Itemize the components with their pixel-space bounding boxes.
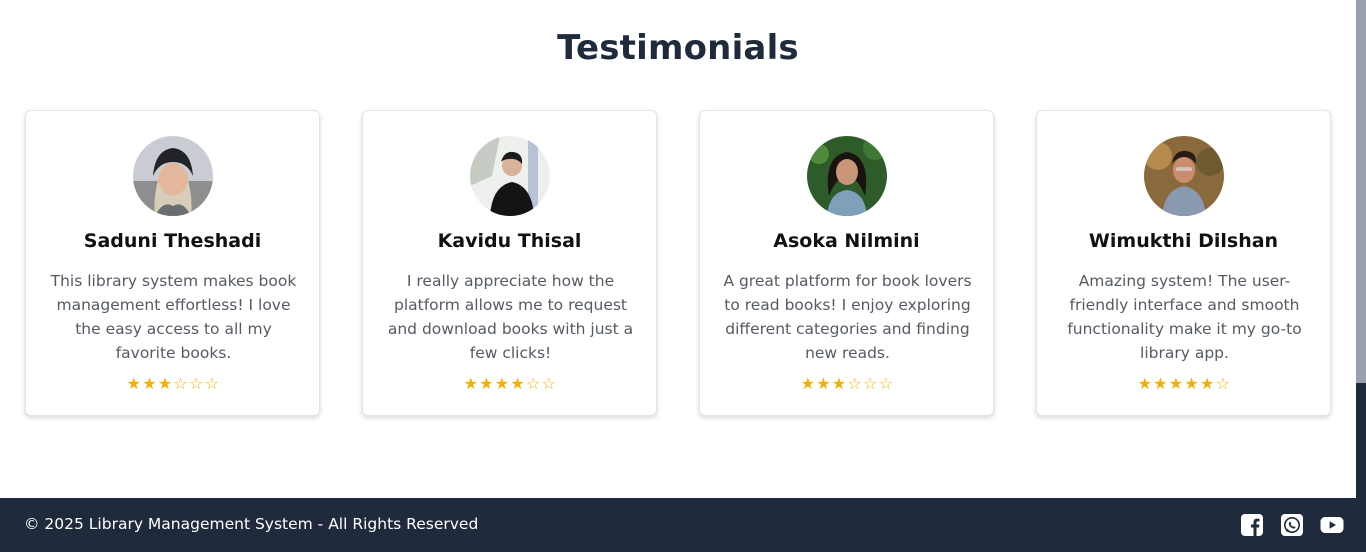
star-rating: ★ ★ ★ ★ ★ ☆ (1037, 375, 1330, 393)
star-empty-icon: ☆ (525, 374, 540, 393)
star-filled-icon: ★ (479, 374, 494, 393)
testimonial-quote: This library system makes book managemen… (50, 272, 297, 362)
star-rating: ★ ★ ★ ☆ ☆ ☆ (26, 375, 319, 393)
testimonials-section: Testimonials Saduni Theshadi This librar… (0, 0, 1356, 498)
avatar (470, 136, 550, 216)
facebook-icon[interactable] (1240, 513, 1264, 537)
star-filled-icon: ★ (494, 374, 509, 393)
star-filled-icon: ★ (1153, 374, 1168, 393)
reviewer-name: Asoka Nilmini (773, 230, 920, 252)
page: Testimonials Saduni Theshadi This librar… (0, 0, 1366, 552)
star-rating: ★ ★ ★ ★ ☆ ☆ (363, 375, 656, 393)
testimonial-card: Saduni Theshadi This library system make… (25, 110, 320, 416)
star-empty-icon: ☆ (878, 374, 893, 393)
section-title: Testimonials (557, 28, 799, 68)
testimonial-card: Asoka Nilmini A great platform for book … (699, 110, 994, 416)
reviewer-name: Wimukthi Dilshan (1088, 230, 1279, 252)
star-empty-icon: ☆ (188, 374, 203, 393)
testimonial-card: Kavidu Thisal I really appreciate how th… (362, 110, 657, 416)
star-empty-icon: ☆ (1215, 374, 1230, 393)
avatar (1144, 136, 1224, 216)
reviewer-name: Saduni Theshadi (83, 230, 262, 252)
star-filled-icon: ★ (1199, 374, 1214, 393)
star-filled-icon: ★ (816, 374, 831, 393)
whatsapp-icon[interactable] (1280, 513, 1304, 537)
avatar (807, 136, 887, 216)
testimonial-quote: I really appreciate how the platform all… (387, 272, 634, 362)
footer: © 2025 Library Management System - All R… (0, 498, 1366, 552)
star-empty-icon: ☆ (541, 374, 556, 393)
star-filled-icon: ★ (1184, 374, 1199, 393)
testimonial-quote: Amazing system! The user-friendly interf… (1067, 272, 1302, 362)
youtube-icon[interactable] (1320, 513, 1344, 537)
star-filled-icon: ★ (831, 374, 846, 393)
testimonial-quote: A great platform for book lovers to read… (723, 272, 972, 362)
reviewer-name: Kavidu Thisal (437, 230, 582, 252)
star-filled-icon: ★ (157, 374, 172, 393)
star-filled-icon: ★ (1137, 374, 1152, 393)
avatar (133, 136, 213, 216)
star-empty-icon: ☆ (847, 374, 862, 393)
star-empty-icon: ☆ (204, 374, 219, 393)
star-filled-icon: ★ (510, 374, 525, 393)
copyright-text: © 2025 Library Management System - All R… (24, 515, 479, 533)
star-filled-icon: ★ (463, 374, 478, 393)
star-filled-icon: ★ (800, 374, 815, 393)
star-empty-icon: ☆ (862, 374, 877, 393)
social-links (1240, 513, 1344, 537)
scrollbar-thumb[interactable] (1356, 0, 1366, 383)
star-filled-icon: ★ (1168, 374, 1183, 393)
star-empty-icon: ☆ (173, 374, 188, 393)
star-filled-icon: ★ (126, 374, 141, 393)
testimonial-card: Wimukthi Dilshan Amazing system! The use… (1036, 110, 1331, 416)
star-rating: ★ ★ ★ ☆ ☆ ☆ (700, 375, 993, 393)
vertical-scrollbar[interactable] (1356, 0, 1366, 498)
star-filled-icon: ★ (142, 374, 157, 393)
